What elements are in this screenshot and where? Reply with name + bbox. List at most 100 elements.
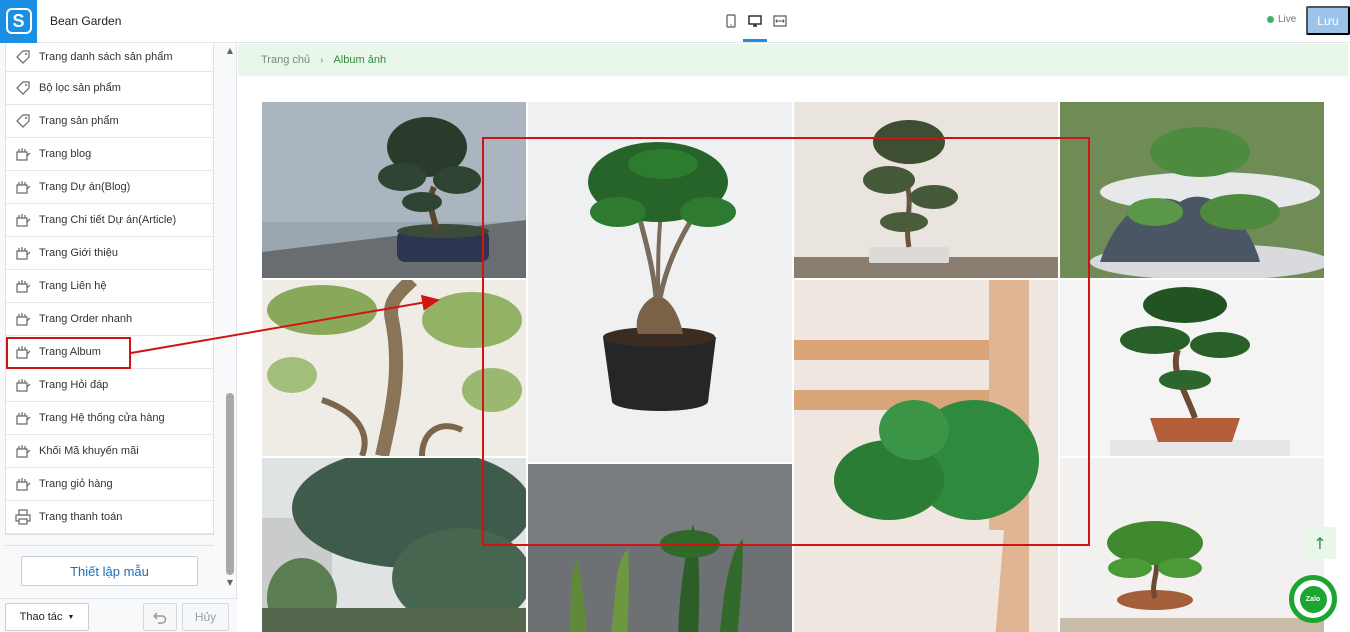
- bonsai-image-5: [1060, 458, 1324, 632]
- sidebar-page-item[interactable]: Trang Giới thiệu: [6, 237, 213, 270]
- pages-icon: [14, 442, 32, 460]
- zalo-chat-button[interactable]: Zalo: [1289, 575, 1337, 623]
- tag-icon: [16, 81, 30, 95]
- scroll-thumb[interactable]: [226, 393, 234, 575]
- pages-icon: [16, 313, 31, 326]
- mobile-view-icon[interactable]: [722, 12, 740, 30]
- pages-icon: [16, 478, 31, 491]
- tag-icon: [14, 112, 32, 130]
- caret-down-icon: ▼: [67, 613, 75, 621]
- printer-icon: [14, 508, 32, 526]
- sidebar-footer: Thao tác ▼ Hủy: [0, 598, 237, 632]
- live-dot-icon: [1267, 16, 1274, 23]
- live-label: Live: [1278, 14, 1297, 25]
- save-button[interactable]: Lưu: [1306, 6, 1350, 35]
- pages-icon: [14, 376, 32, 394]
- sidebar-page-item[interactable]: Trang thanh toán: [6, 501, 213, 534]
- logo-s-icon: S: [5, 8, 32, 34]
- pages-icon: [16, 181, 31, 194]
- annotation-highlight-gallery: [482, 137, 1090, 546]
- sidebar-page-label: Trang sản phẩm: [39, 115, 119, 127]
- store-name: Bean Garden: [50, 14, 122, 28]
- sidebar-page-item[interactable]: Trang Hệ thống cửa hàng: [6, 402, 213, 435]
- sidebar-page-item[interactable]: Khối Mã khuyến mãi: [6, 435, 213, 468]
- bonsai-image-4: [1060, 280, 1324, 456]
- sidebar-page-item[interactable]: Trang sản phẩm: [6, 105, 213, 138]
- sidebar-page-item[interactable]: Trang Order nhanh: [6, 303, 213, 336]
- sidebar-page-item[interactable]: Trang danh sách sản phẩm: [6, 43, 213, 72]
- page-list: Trang danh sách sản phẩm Bộ lọc sản phẩm T…: [5, 43, 214, 535]
- sidebar-page-item[interactable]: Trang giỏ hàng: [6, 468, 213, 501]
- sidebar-page-label: Trang Dự án(Blog): [39, 181, 131, 193]
- sidebar-page-label: Bộ lọc sản phẩm: [39, 82, 121, 94]
- sidebar-header: S Bean Garden: [0, 0, 237, 43]
- sidebar-page-label: Trang Hỏi đáp: [39, 379, 109, 391]
- setup-template-button[interactable]: Thiết lập mẫu: [21, 556, 198, 586]
- zalo-icon: Zalo: [1299, 585, 1327, 613]
- sidebar-page-label: Khối Mã khuyến mãi: [39, 445, 139, 457]
- sidebar-page-label: Trang Chi tiết Dự án(Article): [39, 214, 177, 226]
- pages-icon: [14, 211, 32, 229]
- top-bar: Live Lưu: [237, 0, 1350, 43]
- pages-icon: [14, 310, 32, 328]
- tag-icon: [14, 79, 32, 97]
- printer-icon: [15, 509, 31, 525]
- album-photo[interactable]: [1060, 102, 1324, 278]
- pages-icon: [14, 409, 32, 427]
- pages-icon: [16, 412, 31, 425]
- undo-icon: [153, 612, 167, 624]
- pages-icon: [14, 475, 32, 493]
- album-photo[interactable]: [1060, 458, 1324, 632]
- scroll-up-icon[interactable]: ▲: [225, 46, 235, 56]
- sidebar: S Bean Garden Trang danh sách sản phẩm Bộ…: [0, 0, 237, 632]
- sidebar-page-label: Trang Liên hệ: [39, 280, 107, 292]
- sidebar-page-item[interactable]: Trang Dự án(Blog): [6, 171, 213, 204]
- tag-icon: [14, 48, 32, 66]
- pages-icon: [14, 178, 32, 196]
- pages-icon: [16, 247, 31, 260]
- pages-icon: [16, 214, 31, 227]
- actions-label: Thao tác: [19, 611, 63, 623]
- scroll-to-top-button[interactable]: ↑: [1304, 527, 1336, 559]
- arrow-up-icon: ↑: [1313, 533, 1327, 553]
- fullwidth-view-icon[interactable]: [771, 12, 789, 30]
- pages-icon: [16, 148, 31, 161]
- breadcrumb-home[interactable]: Trang chủ: [261, 54, 310, 66]
- sidebar-page-label: Trang Hệ thống cửa hàng: [39, 412, 165, 424]
- sidebar-page-label: Trang danh sách sản phẩm: [39, 51, 173, 63]
- annotation-highlight-album-item: [6, 337, 131, 369]
- pages-icon: [16, 280, 31, 293]
- sidebar-page-item[interactable]: Trang Chi tiết Dự án(Article): [6, 204, 213, 237]
- sidebar-scrollbar[interactable]: ▲ ▼: [224, 43, 236, 591]
- sidebar-page-item[interactable]: Bộ lọc sản phẩm: [6, 72, 213, 105]
- pages-icon: [14, 277, 32, 295]
- breadcrumb-current: Album ảnh: [333, 54, 387, 66]
- sidebar-page-item[interactable]: Trang Hỏi đáp: [6, 369, 213, 402]
- cancel-button[interactable]: Hủy: [182, 603, 229, 631]
- editor-app: S Bean Garden Trang danh sách sản phẩm Bộ…: [0, 0, 1350, 632]
- bonsai-rock-image: [1060, 102, 1324, 278]
- actions-dropdown[interactable]: Thao tác ▼: [5, 603, 89, 631]
- sidebar-page-label: Trang thanh toán: [39, 511, 123, 523]
- active-device-indicator: [743, 39, 767, 42]
- desktop-view-icon[interactable]: [746, 12, 764, 30]
- pages-icon: [16, 445, 31, 458]
- tag-icon: [16, 114, 30, 128]
- pages-icon: [16, 379, 31, 392]
- sidebar-page-item[interactable]: Trang Liên hệ: [6, 270, 213, 303]
- sidebar-page-label: Trang Order nhanh: [39, 313, 133, 325]
- sidebar-page-item[interactable]: Trang blog: [6, 138, 213, 171]
- live-status[interactable]: Live: [1267, 14, 1296, 25]
- tag-icon: [16, 50, 30, 64]
- undo-button[interactable]: [143, 603, 177, 631]
- app-logo[interactable]: S: [0, 0, 37, 43]
- pages-icon: [14, 244, 32, 262]
- sidebar-page-label: Trang blog: [39, 148, 92, 160]
- sidebar-page-label: Trang giỏ hàng: [39, 478, 113, 490]
- pages-icon: [14, 145, 32, 163]
- scroll-down-icon[interactable]: ▼: [225, 578, 235, 588]
- sidebar-divider: [5, 545, 214, 546]
- sidebar-page-label: Trang Giới thiệu: [39, 247, 118, 259]
- album-photo[interactable]: [1060, 280, 1324, 456]
- breadcrumb: Trang chủ › Album ảnh: [238, 44, 1348, 76]
